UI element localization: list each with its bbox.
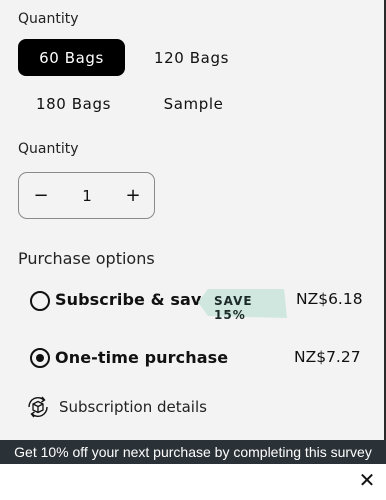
subscribe-option-label[interactable]: Subscribe & save xyxy=(55,290,212,309)
size-option-180-bags[interactable]: 180 Bags xyxy=(20,85,127,122)
plus-icon: + xyxy=(125,185,141,206)
subscribe-price: NZ$6.18 xyxy=(296,290,363,308)
close-button[interactable]: ✕ xyxy=(355,468,379,492)
radio-selected-dot xyxy=(36,354,44,362)
survey-banner-text: Get 10% off your next purchase by comple… xyxy=(14,444,372,460)
size-section-label: Quantity xyxy=(18,11,79,27)
close-icon: ✕ xyxy=(358,468,376,492)
one-time-option-label[interactable]: One-time purchase xyxy=(55,348,228,367)
size-option-120-bags[interactable]: 120 Bags xyxy=(138,39,245,76)
size-option-60-bags[interactable]: 60 Bags xyxy=(18,39,125,76)
save-badge: SAVE 15% xyxy=(198,286,287,322)
save-badge-text: SAVE 15% xyxy=(214,294,253,322)
one-time-radio[interactable] xyxy=(30,348,50,368)
size-option-sample[interactable]: Sample xyxy=(140,85,247,122)
quantity-stepper: − 1 + xyxy=(18,172,155,219)
purchase-options-heading: Purchase options xyxy=(18,249,155,268)
product-options-panel: Quantity 60 Bags 120 Bags 180 Bags Sampl… xyxy=(0,0,386,440)
decrement-button[interactable]: − xyxy=(21,173,61,218)
minus-icon: − xyxy=(33,185,49,206)
subscription-box-icon xyxy=(25,394,51,420)
survey-banner[interactable]: Get 10% off your next purchase by comple… xyxy=(0,440,386,464)
one-time-price: NZ$7.27 xyxy=(294,348,361,366)
quantity-value[interactable]: 1 xyxy=(65,173,109,218)
increment-button[interactable]: + xyxy=(113,173,153,218)
quantity-label: Quantity xyxy=(18,141,79,157)
subscription-details-link[interactable]: Subscription details xyxy=(59,398,207,416)
subscribe-radio[interactable] xyxy=(30,291,50,311)
